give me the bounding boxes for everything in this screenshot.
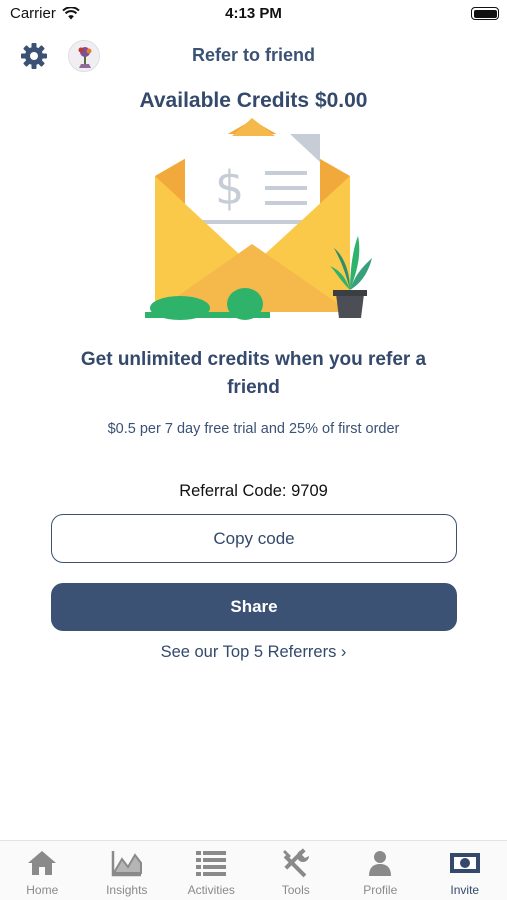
chart-icon	[111, 849, 143, 877]
cash-icon	[449, 849, 481, 877]
share-button[interactable]: Share	[51, 583, 457, 631]
tab-bar: Home Insights Activities Tools Profile I…	[0, 840, 507, 900]
tab-label: Home	[26, 883, 59, 897]
tab-label: Profile	[363, 883, 398, 897]
tab-label: Tools	[281, 883, 310, 897]
envelope-illustration: $	[145, 118, 372, 320]
page-title: Refer to friend	[191, 45, 315, 65]
copy-code-label: Copy code	[213, 528, 295, 548]
status-bar: Carrier 4:13 PM	[0, 0, 507, 28]
tools-icon	[280, 848, 312, 878]
tab-profile[interactable]: Profile	[338, 841, 423, 900]
copy-code-button[interactable]: Copy code	[51, 514, 457, 563]
tab-label: Invite	[450, 883, 480, 897]
person-icon	[364, 849, 396, 877]
share-label: Share	[230, 597, 278, 616]
header: Refer to friend	[0, 36, 507, 76]
clock: 4:13 PM	[225, 5, 282, 22]
top-referrers-link[interactable]: See our Top 5 Referrers ›	[0, 643, 507, 662]
tab-tools[interactable]: Tools	[254, 841, 339, 900]
tab-activities[interactable]: Activities	[169, 841, 254, 900]
home-icon	[26, 849, 58, 877]
tab-insights[interactable]: Insights	[85, 841, 170, 900]
referral-code: Referral Code: 9709	[179, 482, 328, 500]
battery-icon	[471, 7, 499, 20]
list-icon	[195, 849, 227, 877]
svg-text:$: $	[215, 161, 244, 215]
promo-headline: Get unlimited credits when you refer a f…	[80, 349, 427, 398]
tab-label: Insights	[106, 883, 148, 897]
promo-subline: $0.5 per 7 day free trial and 25% of fir…	[107, 421, 400, 437]
available-credits: Available Credits $0.00	[139, 89, 368, 112]
tab-label: Activities	[187, 883, 235, 897]
tab-home[interactable]: Home	[0, 841, 85, 900]
tab-invite[interactable]: Invite	[423, 841, 507, 900]
